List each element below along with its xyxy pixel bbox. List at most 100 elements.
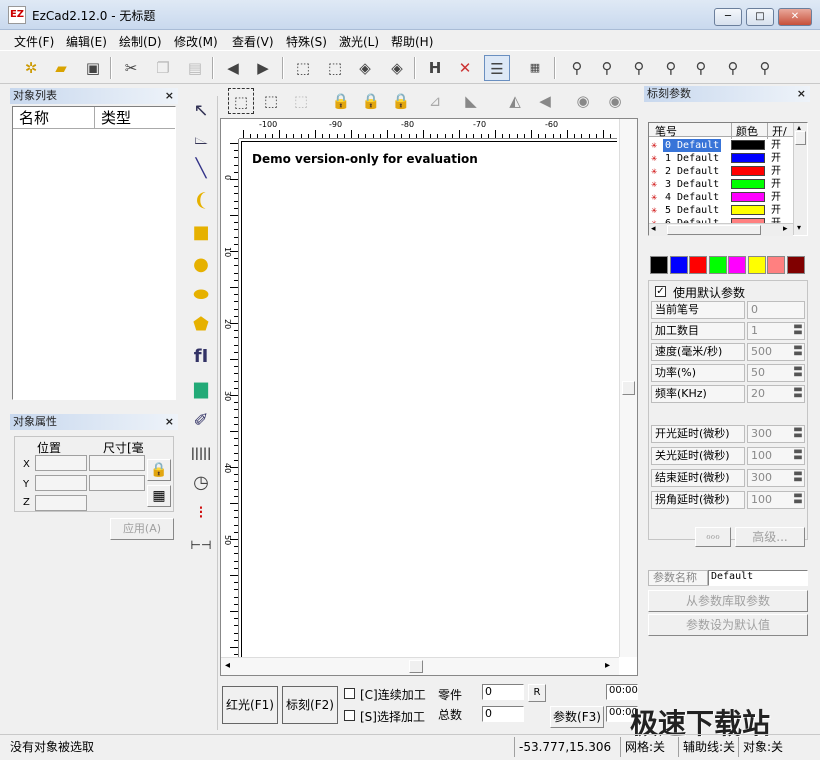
pen-row[interactable]: ✳ 2 Default 开 — [649, 165, 793, 178]
node-add-icon[interactable]: ◈ — [352, 55, 378, 81]
pen-onoff[interactable]: 开 — [771, 139, 781, 152]
eye-icon[interactable]: ◉ — [570, 88, 596, 114]
menu-laser[interactable]: 激光(L) — [339, 33, 379, 50]
wobble-button[interactable]: ℴℴℴ — [695, 527, 731, 547]
bitmap-icon[interactable]: ▆ — [186, 376, 216, 402]
node-edit-icon[interactable]: ⬚ — [322, 55, 348, 81]
io-signal-icon[interactable]: ⁝ — [186, 500, 216, 526]
pen-list-vscrollbar[interactable]: ▴ ▾ — [793, 123, 807, 235]
minimize-button[interactable]: ─ — [714, 8, 742, 26]
pen-onoff[interactable]: 开 — [771, 152, 781, 165]
continuous-checkbox[interactable] — [344, 688, 355, 699]
palette-swatch[interactable] — [747, 256, 766, 274]
menu-draw[interactable]: 绘制(D) — [119, 33, 162, 50]
zoom-page-icon[interactable]: ⚲ — [752, 55, 778, 81]
pen-color-swatch[interactable] — [731, 179, 765, 189]
unlock-all-icon[interactable]: 🔒 — [388, 88, 414, 114]
pen-row[interactable]: ✳ 0 Default 开 — [649, 139, 793, 152]
menu-edit[interactable]: 编辑(E) — [66, 33, 107, 50]
h-tool-icon[interactable]: H — [422, 55, 448, 81]
size-x-field[interactable] — [89, 455, 145, 471]
spinner-icon[interactable]: ▬ ▬ — [791, 469, 805, 485]
palette-swatch[interactable] — [728, 256, 746, 274]
node-remove-icon[interactable]: ◈ — [384, 55, 410, 81]
pen-row[interactable]: ✳ 1 Default 开 — [649, 152, 793, 165]
close-button[interactable]: ✕ — [778, 8, 812, 26]
pos-x-field[interactable] — [35, 455, 87, 471]
col-header-color[interactable]: 颜色 — [731, 123, 758, 139]
zoom-minus-icon[interactable]: ⚲ — [658, 55, 684, 81]
zoom-in-icon[interactable]: ⚲ — [594, 55, 620, 81]
barcode-tool-icon[interactable]: ||||| — [186, 440, 216, 466]
select-nodes-icon[interactable]: ⬚ — [290, 55, 316, 81]
apply-button[interactable]: 应用(A) — [110, 518, 174, 540]
canvas-area[interactable]: -100 -90 -80 -70 -60 0 10 20 30 40 50 De… — [220, 118, 638, 676]
back-icon[interactable]: ◀ — [220, 55, 246, 81]
object-list[interactable]: 名称 类型 — [12, 106, 176, 400]
timer-icon[interactable]: ◷ — [186, 470, 216, 496]
spinner-icon[interactable]: ▬ ▬ — [791, 343, 805, 359]
zoom-plus-icon[interactable]: ⚲ — [626, 55, 652, 81]
node-select-icon[interactable]: ⌳ — [186, 126, 216, 152]
pen-row[interactable]: ✳ 4 Default 开 — [649, 191, 793, 204]
spinner-icon[interactable]: ▬ ▬ — [791, 322, 805, 338]
pen-onoff[interactable]: 开 — [771, 191, 781, 204]
zoom-all-icon[interactable]: ⚲ — [720, 55, 746, 81]
cut-icon[interactable]: ✂ — [118, 55, 144, 81]
parts-input[interactable]: 0 — [482, 684, 524, 700]
new-icon[interactable]: ✲ — [18, 55, 44, 81]
pen-list-hscrollbar[interactable]: ◂ ▸ — [649, 223, 793, 236]
use-default-checkbox[interactable]: ✓ — [655, 286, 666, 297]
select-mark-checkbox[interactable] — [344, 710, 355, 721]
curve-icon[interactable]: ❨ — [186, 188, 216, 214]
status-grid[interactable]: 网格:关 — [620, 737, 676, 757]
align-icon[interactable]: ⊿ — [422, 88, 448, 114]
total-input[interactable]: 0 — [482, 706, 524, 722]
pos-z-field[interactable] — [35, 495, 87, 511]
pen-onoff[interactable]: 开 — [771, 204, 781, 217]
polygon-icon[interactable]: ⬟ — [186, 312, 216, 338]
menu-help[interactable]: 帮助(H) — [391, 33, 433, 50]
palette-swatch[interactable] — [786, 256, 805, 274]
maximize-button[interactable]: □ — [746, 8, 774, 26]
param-value[interactable]: 0 — [747, 301, 805, 319]
invert-select-icon[interactable]: ⬚ — [258, 88, 284, 114]
eye-all-icon[interactable]: ◉ — [602, 88, 628, 114]
circle-icon[interactable]: ● — [186, 252, 216, 278]
work-page[interactable]: Demo version-only for evaluation — [241, 141, 617, 657]
col-header-onoff[interactable]: 开/ — [767, 123, 787, 139]
palette-swatch[interactable] — [650, 256, 668, 274]
mirror-h-icon[interactable]: ◭ — [502, 88, 528, 114]
menu-modify[interactable]: 修改(M) — [174, 33, 218, 50]
forward-icon[interactable]: ▶ — [250, 55, 276, 81]
ellipse-icon[interactable]: ⬬ — [186, 282, 216, 308]
pen-color-swatch[interactable] — [731, 153, 765, 163]
scroll-right-icon[interactable]: ▸ — [605, 660, 610, 671]
scroll-left-icon[interactable]: ◂ — [225, 660, 230, 671]
reset-button[interactable]: R — [528, 684, 546, 702]
mirror-v-icon[interactable]: ◀ — [532, 88, 558, 114]
spinner-icon[interactable]: ▬ ▬ — [791, 425, 805, 441]
open-icon[interactable]: ▰ — [48, 55, 74, 81]
mark-params-close-icon[interactable]: × — [797, 86, 806, 102]
menu-view[interactable]: 查看(V) — [232, 33, 274, 50]
unlock-icon[interactable]: 🔒 — [358, 88, 384, 114]
save-icon[interactable]: ▣ — [80, 55, 106, 81]
pen-color-swatch[interactable] — [731, 192, 765, 202]
copy-icon[interactable]: ❐ — [150, 55, 176, 81]
spinner-icon[interactable]: ▬ ▬ — [791, 385, 805, 401]
spinner-icon[interactable]: ▬ ▬ — [791, 491, 805, 507]
spinner-icon[interactable]: ▬ ▬ — [791, 364, 805, 380]
pen-row[interactable]: ✳ 3 Default 开 — [649, 178, 793, 191]
menu-file[interactable]: 文件(F) — [14, 33, 54, 50]
canvas-hscrollbar[interactable]: ◂ ▸ — [221, 657, 619, 675]
vector-file-icon[interactable]: ✐ — [186, 408, 216, 434]
hscroll-thumb[interactable] — [409, 660, 423, 673]
pen-onoff[interactable]: 开 — [771, 178, 781, 191]
rectangle-icon[interactable]: ■ — [186, 220, 216, 246]
object-list-close-icon[interactable]: × — [165, 88, 174, 104]
delete-select-icon[interactable]: ⬚ — [288, 88, 314, 114]
grid-anchor-icon[interactable]: ▦ — [147, 485, 171, 507]
col-header-pen[interactable]: 笔号 — [655, 123, 677, 139]
set-default-button[interactable]: 参数设为默认值 — [648, 614, 808, 636]
